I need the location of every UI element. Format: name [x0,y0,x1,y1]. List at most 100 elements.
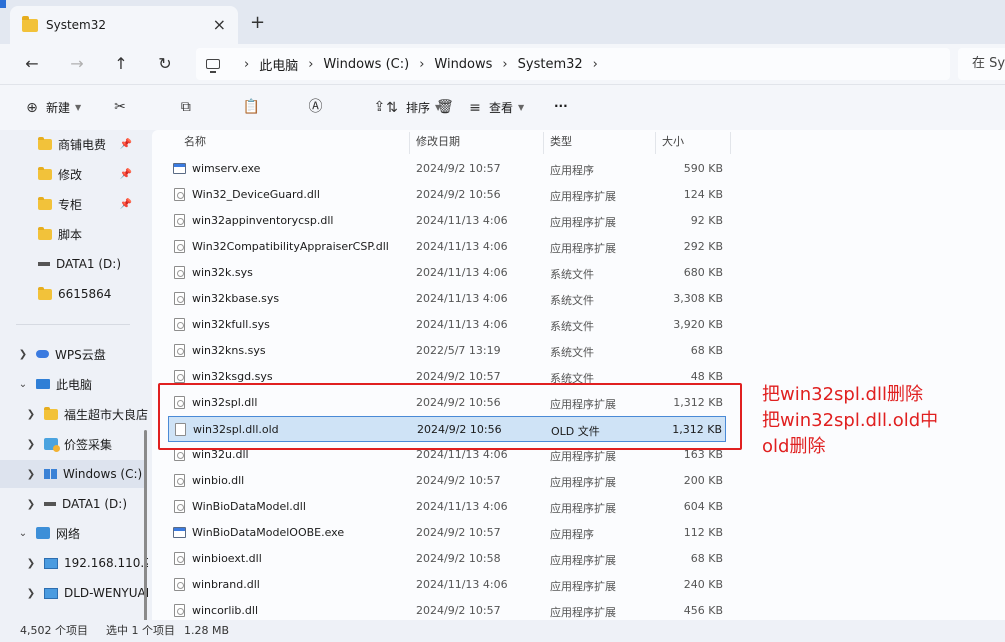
file-row[interactable]: win32kbase.sys 2024/11/13 4:06 系统文件 3,308 K… [168,286,726,312]
sort-button[interactable]: ⇅ 排序 ▼ [384,99,441,116]
sidebar-item-modify[interactable]: 修改 📌 [0,160,146,188]
file-row[interactable]: WinBioDataModelOOBE.exe 2024/9/2 10:57 应用程… [168,520,726,546]
tab-system32[interactable]: System32 × [10,6,238,44]
breadcrumb-system32[interactable]: System32 [518,57,583,72]
view-button[interactable]: ≡ 查看 ▼ [467,99,524,116]
chevron-right-icon[interactable]: ❯ [24,439,38,450]
more-options-button[interactable]: ··· [554,99,568,113]
up-button[interactable]: ↑ [109,52,133,76]
sidebar-item-wps-cloud[interactable]: ❯ WPS云盘 [0,340,146,368]
annotation-line-1: 把win32spl.dll删除 [762,384,923,405]
annotation-highlight-box [158,383,742,450]
file-type: 应用程序 [550,164,594,177]
file-row[interactable]: win32kns.sys 2022/5/7 13:19 系统文件 68 KB [168,338,726,364]
file-date: 2024/11/13 4:06 [416,318,508,331]
sidebar-item-dld-wenyuan[interactable]: ❯ DLD-WENYUAN [0,579,148,607]
dll-icon [174,188,185,201]
sidebar-item-6615864[interactable]: 6615864 [0,280,146,308]
file-row[interactable]: WinBioDataModel.dll 2024/11/13 4:06 应用程序扩展… [168,494,726,520]
copy-icon[interactable]: ⧉ [178,99,194,115]
file-row[interactable]: win32appinventorycsp.dll 2024/11/13 4:06 应… [168,208,726,234]
chevron-right-icon[interactable]: ❯ [16,349,30,360]
file-name: win32ksgd.sys [192,370,273,383]
breadcrumb-this-pc[interactable]: 此电脑 [259,55,298,74]
file-row[interactable]: winbrand.dll 2024/11/13 4:06 应用程序扩展 240 KB [168,572,726,598]
chevron-down-icon[interactable]: ⌄ [16,528,30,539]
file-date: 2024/11/13 4:06 [416,266,508,279]
sort-icon: ⇅ [386,99,398,116]
sidebar-item-label: Windows (C:) [63,467,143,481]
column-divider[interactable] [409,132,410,154]
address-bar[interactable]: › 此电脑 › Windows (C:) › Windows › System3… [196,48,950,80]
sidebar-item-192-168-110[interactable]: ❯ 192.168.110.2 [0,549,148,577]
sidebar-divider [16,324,130,325]
sidebar-item-price-tag[interactable]: ❯ 价签采集 [0,430,146,458]
pin-icon: 📌 [119,198,132,210]
chevron-down-icon[interactable]: ⌄ [16,379,30,390]
file-row[interactable]: win32kfull.sys 2024/11/13 4:06 系统文件 3,920 K… [168,312,726,338]
dll-icon [174,214,185,227]
sidebar-item-shop-electricity[interactable]: 商铺电费 📌 [0,130,146,158]
file-type: 系统文件 [550,346,594,359]
breadcrumb-separator: › [244,56,250,72]
file-row[interactable]: Win32CompatibilityAppraiserCSP.dll 2024/1… [168,234,726,260]
dll-icon [174,578,185,591]
file-row[interactable]: wimserv.exe 2024/9/2 10:57 应用程序 590 KB [168,156,726,182]
annotation-line-2: 把win32spl.dll.old中 [762,410,939,431]
sidebar-item-windows-c[interactable]: ❯ Windows (C:) [0,460,146,488]
sidebar-item-fusheng-store[interactable]: ❯ 福生超市大良店 [0,400,148,428]
sidebar-item-data1-d[interactable]: ❯ DATA1 (D:) [0,490,146,518]
breadcrumb-separator[interactable]: › [502,57,507,72]
back-button[interactable]: ← [20,52,44,76]
breadcrumb-separator[interactable]: › [419,57,424,72]
breadcrumb-windows[interactable]: Windows [434,57,492,72]
cut-icon[interactable]: ✂ [112,99,128,115]
paste-icon[interactable]: 📋 [243,99,260,115]
column-divider[interactable] [730,132,731,154]
rename-icon[interactable]: Ⓐ [307,99,323,115]
sidebar-item-data1-quick[interactable]: DATA1 (D:) [0,250,146,278]
sidebar-item-label: 价签采集 [64,437,113,452]
column-header-type[interactable]: 类型 [550,130,572,154]
breadcrumb-windows-c[interactable]: Windows (C:) [323,57,409,72]
sort-label: 排序 [406,101,431,115]
column-header-name[interactable]: 名称 [184,130,206,154]
file-size: 92 KB [690,214,723,227]
annotation-line-3: old删除 [762,436,826,457]
sidebar-item-network[interactable]: ⌄ 网络 [0,519,146,547]
column-header-size[interactable]: 大小 [662,130,684,154]
file-name: win32kbase.sys [192,292,280,305]
chevron-right-icon[interactable]: ❯ [24,409,38,420]
file-row[interactable]: winbio.dll 2024/9/2 10:57 应用程序扩展 200 KB [168,468,726,494]
tab-close-button[interactable]: × [213,15,226,34]
file-type: 应用程序扩展 [550,502,616,515]
new-button[interactable]: ⊕ 新建 ▼ [24,99,81,116]
breadcrumb-separator[interactable]: › [308,57,313,72]
folder-icon [38,226,52,240]
column-header-date[interactable]: 修改日期 [416,130,460,154]
file-size: 292 KB [683,240,723,253]
file-name: win32kns.sys [192,344,266,357]
sidebar-scrollbar[interactable] [144,430,147,620]
sys-icon [174,344,185,357]
file-row[interactable]: winbioext.dll 2024/9/2 10:58 应用程序扩展 68 KB [168,546,726,572]
chevron-right-icon[interactable]: ❯ [24,558,38,569]
column-divider[interactable] [543,132,544,154]
chevron-right-icon[interactable]: ❯ [24,469,38,480]
file-row[interactable]: win32k.sys 2024/11/13 4:06 系统文件 680 KB [168,260,726,286]
breadcrumb-separator[interactable]: › [593,57,598,72]
chevron-right-icon[interactable]: ❯ [24,588,38,599]
file-date: 2024/9/2 10:58 [416,552,501,565]
sidebar-item-counter[interactable]: 专柜 📌 [0,190,146,218]
search-input[interactable]: 在 Sys [958,48,1005,80]
file-type: 应用程序扩展 [550,606,616,619]
chevron-right-icon[interactable]: ❯ [24,499,38,510]
forward-button[interactable]: → [65,52,89,76]
new-tab-button[interactable]: + [250,12,265,33]
sidebar-item-scripts[interactable]: 脚本 [0,220,146,248]
refresh-button[interactable]: ↻ [153,52,177,76]
sidebar-item-this-pc[interactable]: ⌄ 此电脑 [0,370,146,398]
file-row[interactable]: Win32_DeviceGuard.dll 2024/9/2 10:56 应用程序扩… [168,182,726,208]
column-divider[interactable] [655,132,656,154]
file-row[interactable]: wincorlib.dll 2024/9/2 10:57 应用程序扩展 456 KB [168,598,726,620]
